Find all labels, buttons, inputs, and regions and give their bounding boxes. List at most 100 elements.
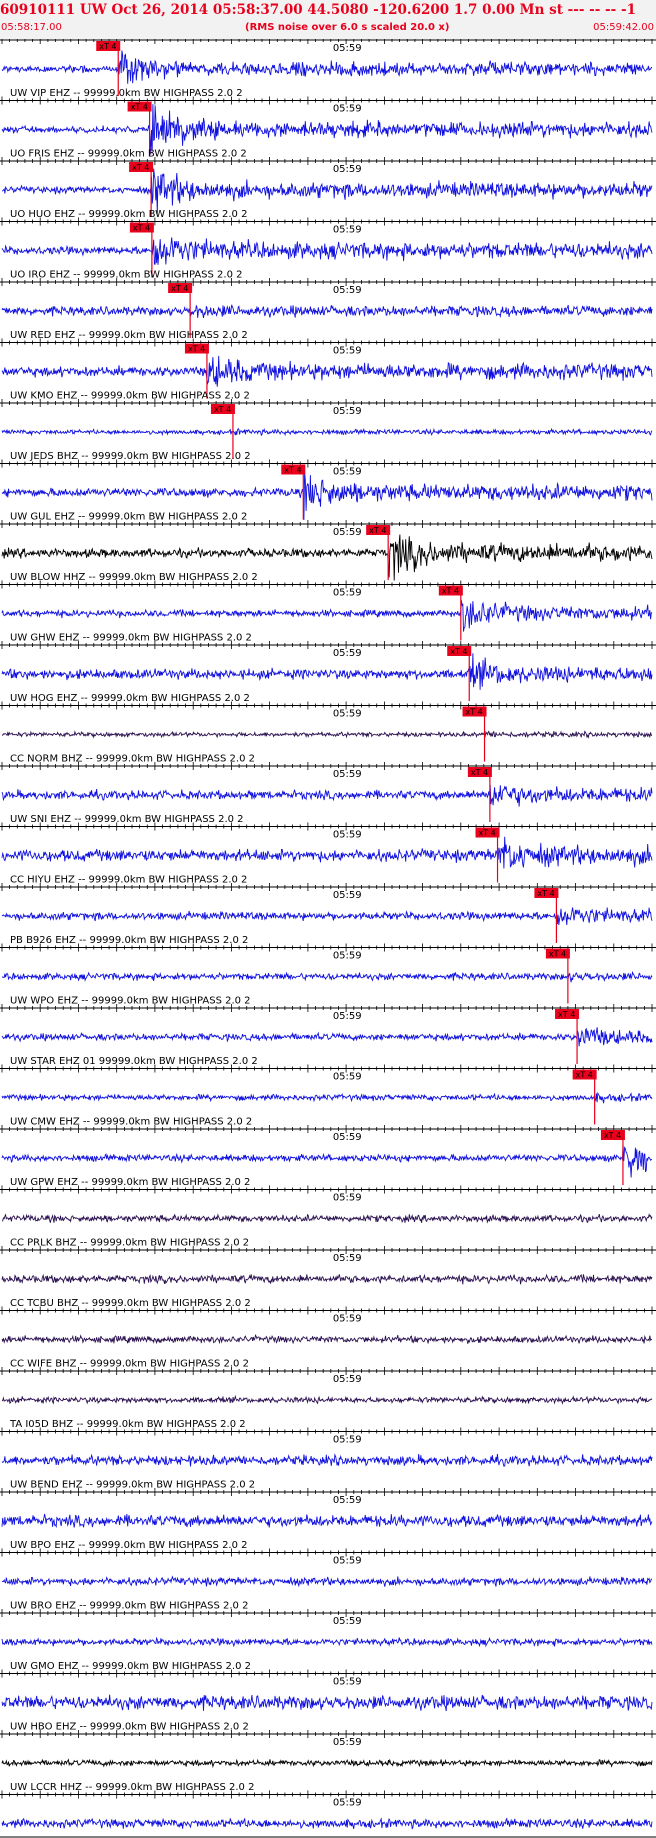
phase-pick: xT 4 [366,525,391,580]
trace-row: 05:59 xT 4 UW VIP EHZ -- 99999.0km BW HIGH… [0,39,656,99]
trace-row: 05:59 TA I05D BHZ -- 99999.0km BW HIGHPAS… [0,1367,656,1430]
trace-row: 05:59 xT 4 UO FRIS EHZ -- 99999.0km BW HIG… [0,96,656,160]
station-label: UW STAR EHZ 01 99999.0km BW HIGHPASS 2.0… [10,1056,258,1067]
pick-label: xT 4 [171,284,188,293]
trace-row: 05:59 UW HBO EHZ -- 99999.0km BW HIGHPASS… [0,1669,656,1733]
station-label: UW BRO EHZ -- 99999.0km BW HIGHPASS 2.0 … [10,1601,248,1612]
waveform [1,836,653,869]
tick-label: 05:59 [333,1616,362,1627]
pick-label: xT 4 [99,42,116,51]
tick-label: 05:59 [333,951,362,962]
trace-row: 05:59 xT 4 UW CMW EHZ -- 99999.0km BW HIGH… [0,1064,656,1128]
trace-row: 05:59 UW GMO EHZ -- 99999.0km BW HIGHPASS… [0,1609,656,1672]
trace-row: 05:59 xT 4 UW HOG EHZ -- 99999.0km BW HIGH… [0,641,656,704]
pick-label: xT 4 [450,647,467,656]
tick-label: 05:59 [333,1132,362,1143]
station-label: UW GMO EHZ -- 99999.0km BW HIGHPASS 2.0 … [10,1661,251,1672]
trace-row: 05:59 CC TCBU BHZ -- 99999.0km BW HIGHPAS… [0,1246,656,1309]
waveform [1,907,653,926]
waveform [1,1758,653,1769]
trace-row: 05:59 xT 4 CC HIYU EHZ -- 99999.0km BW HIG… [0,822,656,886]
tick-label: 05:59 [333,769,362,780]
tick-label: 05:59 [333,1556,362,1567]
pick-label: xT 4 [576,1071,593,1080]
tick-label: 05:59 [333,467,362,478]
waveform [1,1817,653,1830]
pick-label: xT 4 [549,950,566,959]
tick-label: 05:59 [333,1798,362,1809]
waveform [1,1145,653,1178]
tick-label: 05:59 [333,890,362,901]
trace-row: 05:59 xT 4 UW KMO EHZ -- 99999.0km BW HIGH… [0,338,656,402]
pick-label: xT 4 [133,224,150,233]
waveform [1,1027,653,1047]
station-label: UW CMW EHZ -- 99999.0km BW HIGHPASS 2.0 … [10,1117,252,1128]
trace-row: 05:59 xT 4 PB B926 EHZ -- 99999.0km BW HIG… [0,883,656,946]
waveform [1,1273,653,1285]
station-label: UO IRO EHZ -- 99999.0km BW HIGHPASS 2.0 … [10,270,243,281]
trace-row: 05:59 xT 4 UW GHW EHZ -- 99999.0km BW HIGH… [0,580,656,644]
trace-row: 05:59UW MOON EHZ -- 99999.0km BW HIGHPAS… [0,1790,656,1830]
waveform [1,600,653,632]
pick-label: xT 4 [284,466,301,475]
pick-label: xT 4 [214,405,231,414]
station-label: TA I05D BHZ -- 99999.0km BW HIGHPASS 2.0… [9,1419,246,1430]
station-label: UO FRIS EHZ -- 99999.0km BW HIGHPASS 2.0… [10,149,247,160]
waveform [1,1575,653,1588]
tick-label: 05:59 [333,1677,362,1688]
tick-label: 05:59 [333,1011,362,1022]
waveform [1,427,653,437]
waveform [1,237,653,265]
seismogram-plot: 05:59 xT 4 UW VIP EHZ -- 99999.0km BW HIGH… [0,39,656,1838]
trace-row: 05:59 UW BRO EHZ -- 99999.0km BW HIGHPASS… [0,1548,656,1612]
tick-label: 05:59 [333,1314,362,1325]
trace-row: 05:59 xT 4 UO HUO EHZ -- 99999.0km BW HIGH… [0,157,656,220]
tick-label: 05:59 [333,1737,362,1748]
station-label: UW HBO EHZ -- 99999.0km BW HIGHPASS 2.0 … [10,1722,249,1733]
trace-row: 05:59 xT 4 UW GPW EHZ -- 99999.0km BW HIGH… [0,1125,656,1188]
waveform [1,1394,653,1405]
tick-label: 05:59 [333,709,362,720]
waveform [1,355,653,387]
station-label: UW VIP EHZ -- 99999.0km BW HIGHPASS 2.0 … [10,88,243,99]
station-label: UW GPW EHZ -- 99999.0km BW HIGHPASS 2.0 … [10,1177,250,1188]
tick-label: 05:59 [333,346,362,357]
waveform [1,730,653,739]
station-label: UW WPO EHZ -- 99999.0km BW HIGHPASS 2.0 … [10,996,251,1007]
trace-row: 05:59 UW BPO EHZ -- 99999.0km BW HIGHPASS… [0,1488,656,1551]
pick-label: xT 4 [537,889,554,898]
tick-label: 05:59 [333,1193,362,1204]
station-label: UW HOG EHZ -- 99999.0km BW HIGHPASS 2.0 … [10,693,250,704]
trace-row: 05:59 xT 4 UW GUL EHZ -- 99999.0km BW HIGH… [0,459,656,523]
pick-label: xT 4 [131,103,148,112]
record-header: 60910111 UW Oct 26, 2014 05:58:37.00 44.… [0,0,656,39]
station-label: UW BLOW HHZ -- 99999.0km BW HIGHPASS 2.0… [10,572,258,583]
tick-label: 05:59 [333,43,362,54]
tick-label: 05:59 [333,830,362,841]
station-label: UW JEDS BHZ -- 99999.0km BW HIGHPASS 2.0… [10,451,251,462]
station-label: CC WIFE BHZ -- 99999.0km BW HIGHPASS 2.0… [10,1359,249,1370]
waveform [1,104,653,155]
station-label: UW SNI EHZ -- 99999.0km BW HIGHPASS 2.0 … [10,814,244,825]
station-label: CC NORM BHZ -- 99999.0km BW HIGHPASS 2.0… [10,754,255,765]
waveform [1,1091,653,1104]
pick-label: xT 4 [479,829,496,838]
pick-label: xT 4 [132,163,149,172]
tick-label: 05:59 [333,164,362,175]
trace-row: 05:59 UW BEND EHZ -- 99999.0km BW HIGHPAS… [0,1427,656,1491]
pick-label: xT 4 [369,526,386,535]
tick-label: 05:59 [333,648,362,659]
pick-label: xT 4 [604,1131,621,1140]
station-label: PB B926 EHZ -- 99999.0km BW HIGHPASS 2.0… [10,935,248,946]
tick-label: 05:59 [333,1495,362,1506]
tick-label: 05:59 [333,285,362,296]
trace-row: 05:59 xT 4 UW STAR EHZ 01 99999.0km BW HIG… [0,1004,656,1067]
tick-label: 05:59 [333,1374,362,1385]
pick-label: xT 4 [466,708,483,717]
waveform [1,970,653,983]
trace-row: 05:59 CC PRLK BHZ -- 99999.0km BW HIGHPAS… [0,1185,656,1249]
waveform [1,1694,653,1712]
trace-row: 05:59 xT 4 UW BLOW HHZ -- 99999.0km BW HIG… [0,520,656,583]
station-label: UW GUL EHZ -- 99999.0km BW HIGHPASS 2.0 … [10,512,247,523]
waveform [1,1213,653,1224]
